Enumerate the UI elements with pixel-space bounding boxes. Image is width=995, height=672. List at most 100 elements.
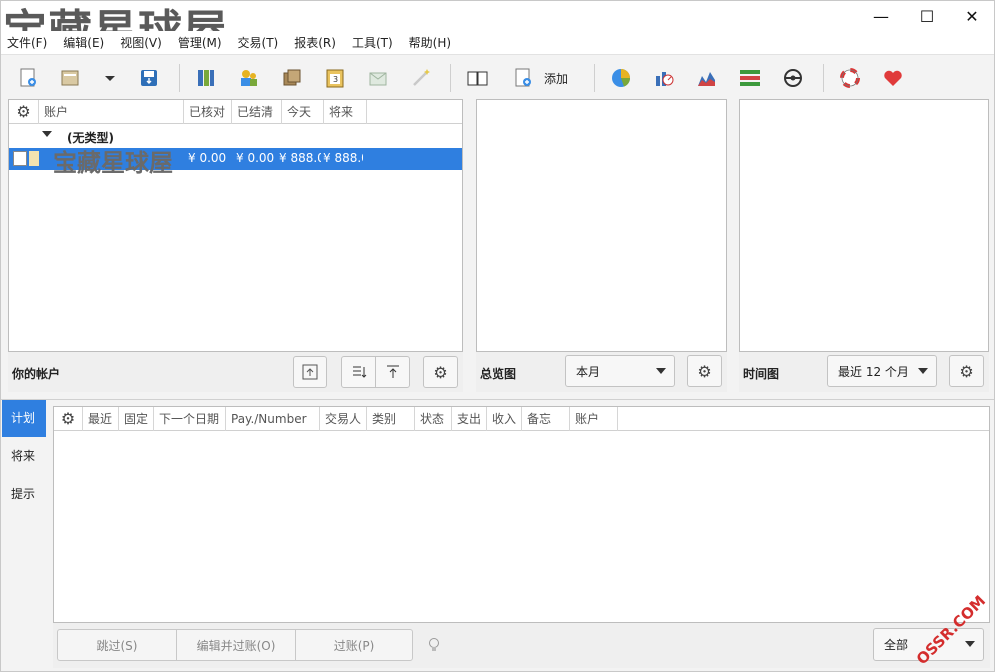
overview-period-select[interactable]: 本月 bbox=[565, 355, 675, 387]
export-button[interactable] bbox=[293, 356, 327, 388]
column-header-today[interactable]: 今天 bbox=[282, 100, 324, 124]
expand-chevron-down-icon[interactable] bbox=[42, 131, 52, 137]
column-header-expense[interactable]: 支出 bbox=[452, 407, 487, 431]
categories-icon[interactable] bbox=[279, 65, 305, 91]
menu-bar: 文件(F) 编辑(E) 视图(V) 管理(M) 交易(T) 报表(R) 工具(T… bbox=[1, 31, 994, 55]
pie-chart-icon[interactable] bbox=[608, 65, 634, 91]
column-header-memo[interactable]: 备忘 bbox=[522, 407, 570, 431]
your-accounts-label: 你的帐户 bbox=[12, 367, 61, 381]
column-header-account[interactable]: 账户 bbox=[39, 100, 184, 124]
overview-footer: 总览图 本月 ⚙ bbox=[476, 352, 727, 392]
timeline-period-select[interactable]: 最近 12 个月 bbox=[827, 355, 937, 387]
column-header-future[interactable]: 将来 bbox=[324, 100, 367, 124]
menu-reports[interactable]: 报表(R) bbox=[294, 34, 336, 51]
timeline-period-value: 最近 12 个月 bbox=[838, 364, 909, 379]
steering-wheel-icon[interactable] bbox=[780, 65, 806, 91]
skip-button[interactable]: 跳过(S) bbox=[57, 629, 177, 661]
column-settings-icon[interactable]: ⚙ bbox=[9, 100, 39, 124]
section-divider bbox=[1, 399, 994, 400]
mail-icon[interactable] bbox=[365, 65, 391, 91]
column-header-pay-number[interactable]: Pay./Number bbox=[226, 407, 320, 431]
column-header-status[interactable]: 状态 bbox=[415, 407, 452, 431]
toolbar-separator bbox=[823, 64, 824, 92]
column-header-next-date[interactable]: 下一个日期 bbox=[154, 407, 226, 431]
area-chart-icon[interactable] bbox=[694, 65, 720, 91]
schedule-column-settings-icon[interactable]: ⚙ bbox=[54, 407, 83, 431]
lightbulb-icon bbox=[427, 637, 441, 656]
timeline-settings-button[interactable]: ⚙ bbox=[949, 355, 984, 387]
payees-icon[interactable] bbox=[236, 65, 262, 91]
overview-period-value: 本月 bbox=[576, 364, 601, 379]
column-header-recent[interactable]: 最近 bbox=[83, 407, 119, 431]
add-transaction-icon[interactable] bbox=[510, 65, 536, 91]
new-file-icon[interactable] bbox=[15, 65, 41, 91]
title-bar: 宝藏星球屋 — ☐ ✕ bbox=[1, 1, 995, 57]
account-cleared: ¥ 0.00 bbox=[236, 151, 275, 165]
account-name-watermark: 宝藏星球屋 bbox=[53, 149, 173, 177]
menu-transactions[interactable]: 交易(T) bbox=[238, 34, 279, 51]
svg-text:3: 3 bbox=[333, 75, 338, 84]
tab-future[interactable]: 将来 bbox=[2, 438, 46, 475]
menu-manage[interactable]: 管理(M) bbox=[178, 34, 222, 51]
column-header-cleared[interactable]: 已结清 bbox=[232, 100, 282, 124]
menu-tools[interactable]: 工具(T) bbox=[352, 34, 393, 51]
account-reconciled: ¥ 0.00 bbox=[188, 151, 227, 165]
maximize-button[interactable]: ☐ bbox=[904, 1, 950, 31]
toolbar: 3 添加 bbox=[1, 56, 994, 99]
column-header-reconciled[interactable]: 已核对 bbox=[184, 100, 232, 124]
menu-edit[interactable]: 编辑(E) bbox=[63, 34, 104, 51]
minimize-button[interactable]: — bbox=[858, 1, 904, 31]
open-dropdown-icon[interactable] bbox=[97, 65, 123, 91]
overview-chart-area bbox=[476, 99, 727, 352]
toolbar-separator bbox=[450, 64, 451, 92]
schedule-filter-value: 全部 bbox=[884, 638, 909, 652]
column-header-income[interactable]: 收入 bbox=[487, 407, 522, 431]
column-header-category[interactable]: 类别 bbox=[367, 407, 415, 431]
accounts-settings-button[interactable]: ⚙ bbox=[423, 356, 458, 388]
schedule-icon[interactable]: 3 bbox=[322, 65, 348, 91]
account-row[interactable]: 宝藏星球屋 ¥ 0.00 ¥ 0.00 ¥ 888.0 ¥ 888.0 bbox=[9, 148, 462, 177]
chevron-down-icon bbox=[918, 368, 928, 374]
schedule-table: ⚙ 最近 固定 下一个日期 Pay./Number 交易人 类别 状态 支出 收… bbox=[53, 406, 990, 623]
close-button[interactable]: ✕ bbox=[949, 1, 995, 31]
book-icon[interactable] bbox=[465, 65, 491, 91]
accounts-footer: 你的帐户 ⚙ bbox=[8, 352, 463, 392]
accounts-panel: ⚙ 账户 已核对 已结清 今天 将来 (无类型) 宝藏星球屋 ¥ 0.00 ¥ … bbox=[8, 99, 463, 352]
save-icon[interactable] bbox=[136, 65, 162, 91]
wand-icon[interactable] bbox=[408, 65, 434, 91]
edit-and-post-button[interactable]: 编辑并过账(O) bbox=[176, 629, 296, 661]
column-header-fixed[interactable]: 固定 bbox=[119, 407, 154, 431]
post-button[interactable]: 过账(P) bbox=[295, 629, 413, 661]
toolbar-separator bbox=[594, 64, 595, 92]
tab-tips[interactable]: 提示 bbox=[2, 476, 46, 513]
menu-view[interactable]: 视图(V) bbox=[120, 34, 162, 51]
gear-icon: ⚙ bbox=[433, 362, 448, 382]
open-file-icon[interactable] bbox=[57, 65, 83, 91]
app-window: 宝藏星球屋 — ☐ ✕ 文件(F) 编辑(E) 视图(V) 管理(M) 交易(T… bbox=[0, 0, 995, 672]
overview-settings-button[interactable]: ⚙ bbox=[687, 355, 722, 387]
toolbar-separator bbox=[179, 64, 180, 92]
column-header-account[interactable]: 账户 bbox=[570, 407, 618, 431]
gear-icon: ⚙ bbox=[959, 361, 974, 381]
budget-bars-icon[interactable] bbox=[737, 65, 763, 91]
menu-help[interactable]: 帮助(H) bbox=[409, 34, 451, 51]
timeline-footer: 时间图 最近 12 个月 ⚙ bbox=[739, 352, 989, 392]
collapse-all-button[interactable] bbox=[341, 356, 376, 388]
account-type-icon bbox=[13, 151, 27, 166]
chevron-down-icon bbox=[656, 368, 666, 374]
heart-icon[interactable] bbox=[880, 65, 906, 91]
help-lifebuoy-icon[interactable] bbox=[837, 65, 863, 91]
account-future: ¥ 888.0 bbox=[323, 151, 363, 165]
schedule-header: ⚙ 最近 固定 下一个日期 Pay./Number 交易人 类别 状态 支出 收… bbox=[54, 407, 989, 431]
accounts-icon[interactable] bbox=[193, 65, 219, 91]
column-header-payee[interactable]: 交易人 bbox=[320, 407, 367, 431]
gauge-chart-icon[interactable] bbox=[651, 65, 677, 91]
expand-all-button[interactable] bbox=[375, 356, 410, 388]
timeline-label: 时间图 bbox=[743, 367, 780, 381]
accounts-header: ⚙ 账户 已核对 已结清 今天 将来 bbox=[9, 100, 462, 124]
edit-pencil-icon bbox=[29, 151, 39, 166]
timeline-chart-area bbox=[739, 99, 989, 352]
menu-file[interactable]: 文件(F) bbox=[7, 34, 47, 51]
add-label[interactable]: 添加 bbox=[544, 70, 568, 87]
tab-schedule[interactable]: 计划 bbox=[2, 400, 46, 437]
